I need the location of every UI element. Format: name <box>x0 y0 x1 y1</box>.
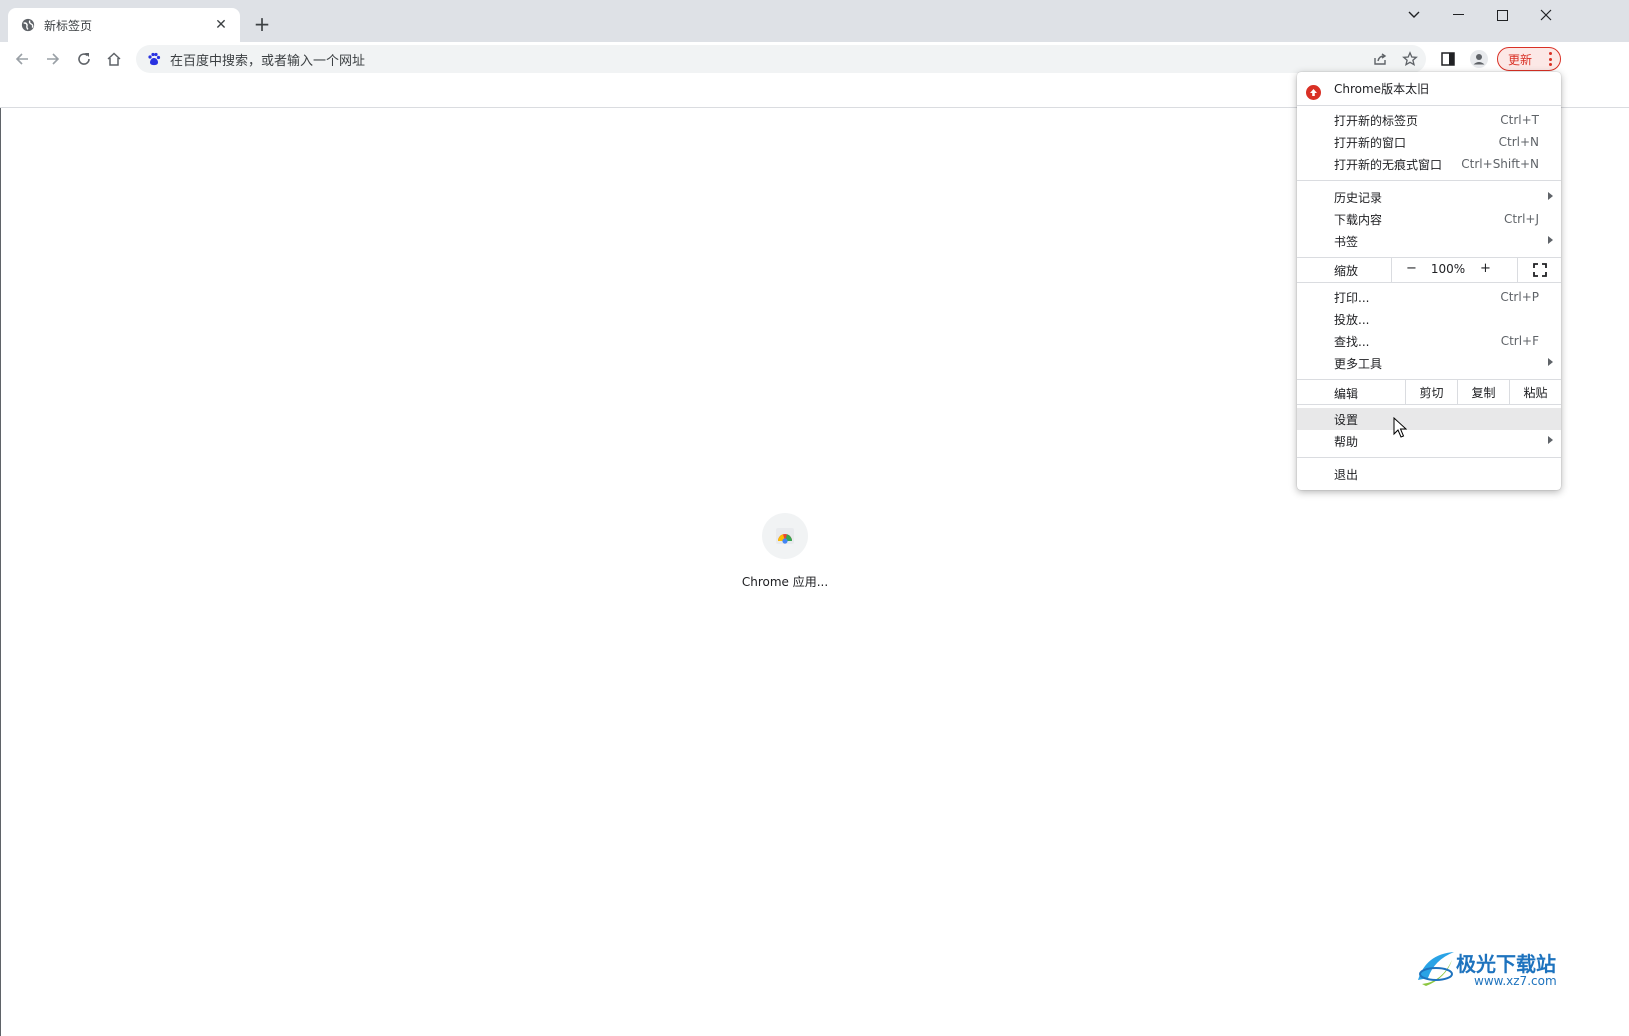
chrome-apps-icon <box>762 513 808 559</box>
menu-item-shortcut: Ctrl+P <box>1500 290 1539 304</box>
menu-item-new-tab[interactable]: 打开新的标签页 Ctrl+T <box>1297 109 1561 131</box>
menu-divider <box>1297 457 1561 458</box>
forward-icon[interactable] <box>40 46 66 72</box>
xz7-logo-icon <box>1418 952 1454 986</box>
menu-item-label: 历史记录 <box>1334 190 1383 205</box>
side-panel-icon[interactable] <box>1435 46 1461 72</box>
menu-item-label: 设置 <box>1334 412 1359 427</box>
share-icon[interactable] <box>1370 49 1390 69</box>
menu-item-more-tools[interactable]: 更多工具 <box>1297 352 1561 374</box>
menu-item-label: 退出 <box>1334 467 1359 482</box>
menu-item-help[interactable]: 帮助 <box>1297 430 1561 452</box>
menu-item-find[interactable]: 查找... Ctrl+F <box>1297 330 1561 352</box>
menu-item-incognito[interactable]: 打开新的无痕式窗口 Ctrl+Shift+N <box>1297 153 1561 175</box>
menu-edit-row: 编辑 剪切 复制 粘贴 <box>1297 380 1561 404</box>
menu-item-shortcut: Ctrl+F <box>1500 334 1539 348</box>
profile-avatar-icon[interactable] <box>1466 46 1492 72</box>
menu-item-label: 下载内容 <box>1334 212 1383 227</box>
mouse-cursor-icon <box>1393 417 1407 438</box>
menu-item-update-alert[interactable]: Chrome版本太旧 <box>1297 77 1561 100</box>
tab-new-tab[interactable]: 新标签页 ✕ <box>8 8 240 42</box>
close-window-icon[interactable] <box>1524 0 1568 30</box>
menu-divider <box>1297 105 1561 106</box>
submenu-arrow-icon <box>1548 192 1553 200</box>
menu-item-settings[interactable]: 设置 <box>1297 408 1561 430</box>
back-icon[interactable] <box>9 46 35 72</box>
menu-item-new-window[interactable]: 打开新的窗口 Ctrl+N <box>1297 131 1561 153</box>
menu-item-label: 帮助 <box>1334 434 1359 449</box>
minimize-icon[interactable] <box>1436 0 1480 30</box>
maximize-icon[interactable] <box>1480 0 1524 30</box>
menu-item-shortcut: Ctrl+Shift+N <box>1461 157 1539 171</box>
shortcut-chrome-apps[interactable]: Chrome 应用... <box>741 513 829 590</box>
watermark-logo: 极光下载站 www.xz7.com <box>1412 942 1568 992</box>
more-menu-icon[interactable] <box>1548 52 1552 66</box>
edit-label: 编辑 <box>1334 387 1359 401</box>
menu-item-label: 打开新的标签页 <box>1334 113 1419 128</box>
watermark-url: www.xz7.com <box>1474 974 1557 988</box>
zoom-in-button[interactable]: + <box>1480 261 1491 276</box>
menu-divider <box>1297 404 1561 405</box>
menu-divider <box>1297 180 1561 181</box>
menu-item-bookmarks[interactable]: 书签 <box>1297 230 1561 252</box>
submenu-arrow-icon <box>1548 236 1553 244</box>
fullscreen-icon[interactable] <box>1517 258 1562 282</box>
menu-item-history[interactable]: 历史记录 <box>1297 186 1561 208</box>
menu-item-label: Chrome版本太旧 <box>1334 81 1430 96</box>
update-label: 更新 <box>1508 52 1533 67</box>
menu-item-exit[interactable]: 退出 <box>1297 463 1561 485</box>
menu-item-shortcut: Ctrl+T <box>1500 113 1539 127</box>
omnibox[interactable]: 在百度中搜索，或者输入一个网址 <box>136 45 1426 73</box>
menu-item-label: 查找... <box>1334 334 1370 349</box>
paste-button[interactable]: 粘贴 <box>1509 380 1561 404</box>
shortcut-label: Chrome 应用... <box>741 575 829 589</box>
menu-item-label: 更多工具 <box>1334 356 1383 371</box>
update-alert-icon <box>1306 85 1321 100</box>
zoom-controls: − 100% + <box>1391 258 1561 282</box>
menu-divider <box>1297 282 1561 283</box>
cut-button[interactable]: 剪切 <box>1405 380 1457 404</box>
update-button[interactable]: 更新 <box>1497 47 1561 71</box>
close-tab-icon[interactable]: ✕ <box>212 16 230 34</box>
reload-icon[interactable] <box>71 46 97 72</box>
menu-item-label: 投放... <box>1334 312 1370 327</box>
bookmark-star-icon[interactable] <box>1400 49 1420 69</box>
watermark-text: 极光下载站 <box>1456 952 1556 976</box>
submenu-arrow-icon <box>1548 436 1553 444</box>
chrome-menu: Chrome版本太旧 打开新的标签页 Ctrl+T 打开新的窗口 Ctrl+N … <box>1297 72 1561 490</box>
copy-button[interactable]: 复制 <box>1457 380 1509 404</box>
menu-item-label: 打开新的无痕式窗口 <box>1334 157 1443 172</box>
zoom-level: 100% <box>1430 262 1466 276</box>
menu-item-shortcut: Ctrl+J <box>1504 212 1539 226</box>
new-tab-button[interactable]: + <box>250 12 274 36</box>
omnibox-placeholder: 在百度中搜索，或者输入一个网址 <box>170 53 366 69</box>
baidu-icon <box>146 51 162 67</box>
menu-item-label: 打印... <box>1334 290 1370 305</box>
menu-item-label: 打开新的窗口 <box>1334 135 1407 150</box>
zoom-out-button[interactable]: − <box>1406 261 1417 276</box>
menu-item-label: 书签 <box>1334 234 1359 249</box>
tab-search-icon[interactable] <box>1392 0 1436 30</box>
menu-item-cast[interactable]: 投放... <box>1297 308 1561 330</box>
zoom-label: 缩放 <box>1334 264 1359 278</box>
toolbar: 在百度中搜索，或者输入一个网址 更新 <box>0 42 1629 76</box>
tab-title: 新标签页 <box>44 18 93 33</box>
menu-item-print[interactable]: 打印... Ctrl+P <box>1297 286 1561 308</box>
menu-item-shortcut: Ctrl+N <box>1498 135 1539 149</box>
home-icon[interactable] <box>101 46 127 72</box>
menu-item-downloads[interactable]: 下载内容 Ctrl+J <box>1297 208 1561 230</box>
tab-strip: 新标签页 ✕ + <box>0 0 1629 42</box>
menu-zoom-row: 缩放 − 100% + <box>1297 258 1561 282</box>
globe-icon <box>20 17 36 33</box>
submenu-arrow-icon <box>1548 358 1553 366</box>
